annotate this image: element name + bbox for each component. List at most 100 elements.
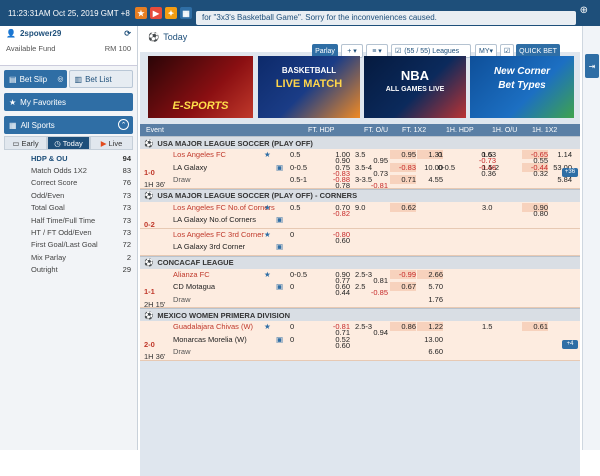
- promo-banners: E-SPORTS BASKETBALL LIVE MATCH NBA ALL G…: [144, 56, 580, 118]
- odds-cell[interactable]: 0.80: [522, 209, 548, 218]
- odds-cell[interactable]: -0.85: [362, 288, 388, 297]
- odds-cell[interactable]: 0.95: [390, 150, 416, 159]
- chevron-up-icon[interactable]: ⌃: [118, 119, 129, 130]
- sport-subitem[interactable]: HDP & OU 94: [4, 152, 133, 164]
- sport-subitem[interactable]: Match Odds 1X2 83: [4, 164, 133, 176]
- col-ft-hdp: FT. HDP: [308, 126, 335, 134]
- odds-cell[interactable]: 0.60: [324, 236, 350, 245]
- odds-cell[interactable]: 0.94: [362, 328, 388, 337]
- match-sections: ⚽ USA MAJOR LEAGUE SOCCER (PLAY OFF) Los A…: [140, 136, 580, 361]
- sport-subitem[interactable]: Half Time/Full Time 73: [4, 214, 133, 226]
- clock: 11:23:31AM Oct 25, 2019 GMT +8: [8, 8, 130, 18]
- all-sports-header[interactable]: ▦ All Sports ⌃: [4, 116, 133, 134]
- away-team[interactable]: Monarcas Morelia (W): [173, 335, 247, 344]
- banner-esports[interactable]: E-SPORTS: [148, 56, 253, 118]
- soccer-ball-icon: ⚽: [144, 191, 154, 200]
- tab-early[interactable]: ▭ Early: [4, 136, 47, 150]
- stats-icon[interactable]: ▣: [276, 242, 283, 251]
- stats-icon[interactable]: ▣: [276, 215, 283, 224]
- favorite-star-icon[interactable]: ★: [264, 322, 271, 331]
- banner-basketball[interactable]: BASKETBALL LIVE MATCH: [258, 56, 360, 118]
- away-team[interactable]: LA Galaxy 3rd Corner: [173, 242, 245, 251]
- more-markets-button[interactable]: +36: [562, 167, 578, 177]
- odds-cell[interactable]: 0.62: [390, 202, 416, 212]
- stats-icon[interactable]: ▣: [276, 163, 283, 172]
- odds-cell[interactable]: -0.99: [390, 269, 416, 279]
- draw-label: Draw: [173, 294, 191, 304]
- col-1h-ou: 1H. O/U: [492, 126, 518, 134]
- star-icon[interactable]: ★: [135, 7, 147, 19]
- bookmark-icon[interactable]: ⇥: [585, 54, 599, 78]
- odds-cell[interactable]: 4.55: [417, 175, 443, 184]
- sport-count: 73: [122, 203, 131, 213]
- sport-subitem[interactable]: Outright 29: [4, 264, 133, 276]
- draw-label: Draw: [173, 175, 191, 184]
- banner-corner-bets[interactable]: New Corner Bet Types: [470, 56, 574, 118]
- sport-subitem[interactable]: Odd/Even 73: [4, 189, 133, 201]
- soccer-ball-icon: ⚽: [148, 31, 160, 42]
- favorite-star-icon[interactable]: ★: [264, 230, 271, 239]
- odds-cell[interactable]: -0.82: [324, 209, 350, 218]
- pin-icon[interactable]: ⊕: [580, 5, 588, 16]
- odds-cell[interactable]: 6.60: [417, 347, 443, 356]
- sport-subitem[interactable]: Mix Parlay 2: [4, 251, 133, 263]
- odds-cell[interactable]: 0.67: [390, 282, 416, 291]
- odds-cell: 1.5: [482, 150, 493, 159]
- sport-label: Correct Score: [31, 178, 78, 188]
- play-icon[interactable]: ▶: [150, 7, 162, 19]
- odds-cell[interactable]: 0.32: [522, 169, 548, 178]
- bet-slip-button[interactable]: ▤ Bet Slip ◎: [4, 70, 67, 88]
- odds-cell[interactable]: 1.76: [417, 295, 443, 304]
- odds-cell[interactable]: 0.44: [324, 288, 350, 297]
- home-team[interactable]: Los Angeles FC 3rd Corner: [173, 230, 264, 239]
- banner-nba[interactable]: NBA ALL GAMES LIVE: [364, 56, 466, 118]
- more-markets-button[interactable]: +4: [562, 339, 578, 349]
- sport-count: 83: [122, 166, 131, 176]
- odds-cell[interactable]: 2.66: [417, 269, 443, 279]
- sport-subitem[interactable]: HT / FT Odd/Even 73: [4, 226, 133, 238]
- time-tabs: ▭ Early ◷ Today ▶ Live: [4, 136, 133, 150]
- odds-cell[interactable]: 0.61: [522, 322, 548, 331]
- match-row: Los Angeles FC 3rd Corner LA Galaxy 3rd C…: [140, 228, 580, 256]
- sport-subitem[interactable]: Total Goal 73: [4, 202, 133, 214]
- odds-cell[interactable]: 1.14: [546, 150, 572, 159]
- odds-cell[interactable]: 0.78: [324, 181, 350, 190]
- favorite-star-icon[interactable]: ★: [264, 270, 271, 279]
- list-icon: ▥: [74, 74, 83, 84]
- favorite-star-icon[interactable]: ★: [264, 203, 271, 212]
- odds-cell[interactable]: 0.86: [390, 322, 416, 331]
- home-team[interactable]: Alianza FC: [173, 270, 210, 279]
- refresh-icon[interactable]: ⟳: [124, 29, 131, 38]
- tab-live[interactable]: ▶ Live: [90, 136, 133, 150]
- favorite-star-icon[interactable]: ★: [264, 150, 271, 159]
- odds-cell: 3.0: [482, 202, 493, 212]
- odds-cell[interactable]: -0.81: [362, 181, 388, 190]
- home-team[interactable]: Los Angeles FC No.of Corners: [173, 203, 275, 212]
- odds-cell[interactable]: 13.00: [417, 335, 443, 344]
- stats-icon[interactable]: ▣: [276, 282, 283, 291]
- runner-icon[interactable]: ✦: [165, 7, 177, 19]
- away-team[interactable]: LA Galaxy: [173, 163, 207, 172]
- home-team[interactable]: Los Angeles FC: [173, 150, 226, 159]
- odds-cell[interactable]: 5.70: [417, 282, 443, 291]
- odds-cell[interactable]: 0.81: [362, 276, 388, 285]
- sport-label: Odd/Even: [31, 190, 65, 200]
- sport-subitem[interactable]: First Goal/Last Goal 72: [4, 239, 133, 251]
- sport-count: 73: [122, 190, 131, 200]
- sport-subitem[interactable]: Correct Score 76: [4, 177, 133, 189]
- stats-icon[interactable]: ▣: [276, 335, 283, 344]
- tab-today[interactable]: ◷ Today: [47, 136, 90, 150]
- away-team[interactable]: LA Galaxy No.of Corners: [173, 215, 256, 224]
- odds-cell: 1.5-2: [482, 162, 500, 172]
- odds-cell[interactable]: 0.71: [390, 175, 416, 184]
- sport-count: 73: [122, 228, 131, 238]
- odds-cell[interactable]: 0.60: [324, 341, 350, 350]
- grid-icon[interactable]: ▦: [180, 7, 192, 19]
- home-team[interactable]: Guadalajara Chivas (W): [173, 322, 253, 331]
- bet-list-button[interactable]: ▥ Bet List: [68, 70, 133, 88]
- match-row: Los Angeles FC No.of Corners LA Galaxy No…: [140, 201, 580, 242]
- away-team[interactable]: CD Motagua: [173, 282, 215, 291]
- odds-cell[interactable]: -0.83: [390, 162, 416, 172]
- my-favorites-button[interactable]: ★ My Favorites: [4, 93, 133, 111]
- odds-cell[interactable]: 1.22: [417, 322, 443, 331]
